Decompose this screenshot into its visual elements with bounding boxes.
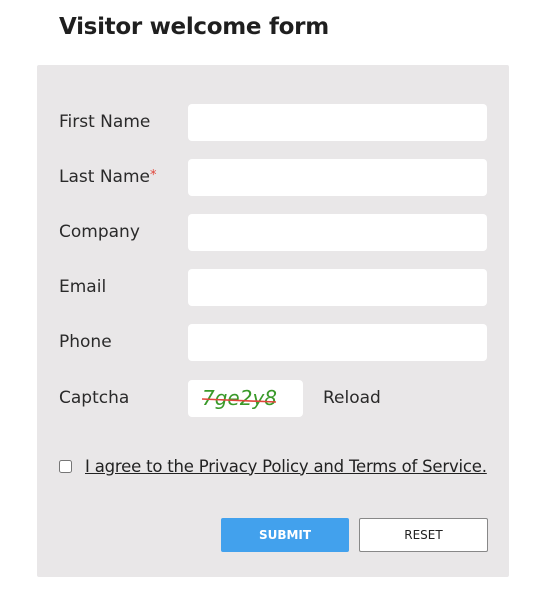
- agreement-row: I agree to the Privacy Policy and Terms …: [59, 455, 487, 477]
- last-name-label-text: Last Name: [59, 167, 150, 187]
- captcha-reload-link[interactable]: Reload: [323, 380, 381, 417]
- field-row-captcha: Captcha 7ge2y8 Reload: [37, 380, 509, 417]
- last-name-input[interactable]: [188, 159, 487, 196]
- phone-input[interactable]: [188, 324, 487, 361]
- reset-button[interactable]: RESET: [359, 518, 488, 552]
- field-row-last-name: Last Name*: [37, 159, 509, 196]
- agreement-checkbox[interactable]: [59, 459, 72, 473]
- field-row-phone: Phone: [37, 324, 509, 361]
- captcha-graphic: 7ge2y8: [201, 386, 277, 410]
- page-title: Visitor welcome form: [59, 14, 329, 40]
- first-name-label: First Name: [59, 112, 151, 132]
- agreement-link[interactable]: I agree to the Privacy Policy and Terms …: [85, 457, 487, 476]
- email-input[interactable]: [188, 269, 487, 306]
- field-row-email: Email: [37, 269, 509, 306]
- last-name-label: Last Name*: [59, 159, 156, 196]
- company-label: Company: [59, 222, 140, 242]
- form-panel: First Name Last Name* Company Email Phon…: [37, 65, 509, 577]
- captcha-label: Captcha: [59, 388, 130, 408]
- captcha-image: 7ge2y8: [188, 380, 303, 417]
- captcha-text: 7ge2y8: [202, 386, 277, 410]
- field-row-company: Company: [37, 214, 509, 251]
- email-label: Email: [59, 277, 107, 297]
- phone-label: Phone: [59, 332, 112, 352]
- field-row-first-name: First Name: [37, 104, 509, 141]
- required-marker: *: [149, 168, 157, 183]
- submit-button[interactable]: SUBMIT: [221, 518, 349, 552]
- first-name-input[interactable]: [188, 104, 487, 141]
- company-input[interactable]: [188, 214, 487, 251]
